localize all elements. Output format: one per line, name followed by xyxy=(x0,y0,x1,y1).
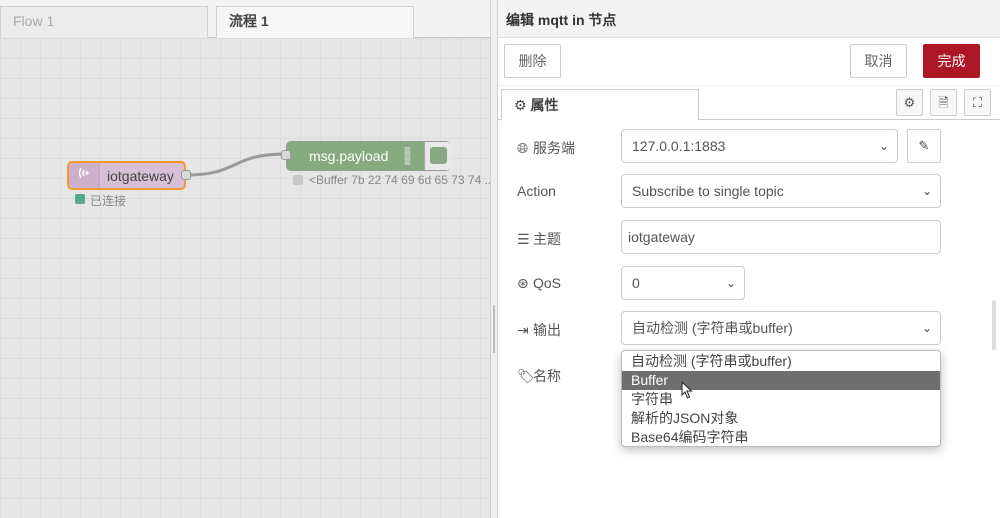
tab-flow-1[interactable]: Flow 1 xyxy=(0,6,208,38)
edit-tray: 编辑 mqtt in 节点 删除 取消 完成 ⚙ 属性 ⚙ 🗎 ⛶ 🌐︎ 服务端 … xyxy=(498,0,1000,518)
tab-label: 属性 xyxy=(530,97,559,113)
tasks-icon: ☰ xyxy=(517,231,530,247)
tray-header: 编辑 mqtt in 节点 xyxy=(498,0,1000,38)
chevron-down-icon: ⌄ xyxy=(921,184,932,198)
edit-server-button[interactable]: ✎ xyxy=(907,129,941,163)
mqtt-in-node[interactable]: iotgateway xyxy=(67,161,191,190)
settings-tab-button[interactable]: ⚙ xyxy=(896,89,923,116)
server-row-label: 🌐︎ 服务端 xyxy=(517,138,575,158)
field-label: 服务端 xyxy=(533,140,575,156)
tab-flow-cn-1[interactable]: 流程 1 xyxy=(216,6,414,39)
node-status: 已连接 xyxy=(90,194,127,208)
document-icon: 🗎 xyxy=(938,95,949,110)
output-row-label: ⇥ 输出 xyxy=(517,320,561,340)
topic-row-label: ☰ 主题 xyxy=(517,229,561,249)
tab-label: 流程 1 xyxy=(229,13,269,29)
dropdown-option[interactable]: 字符串 xyxy=(622,390,940,409)
list-icon: ≡ ≡ ≡ xyxy=(404,143,412,169)
qos-row-label: ⊛ QoS xyxy=(517,275,561,292)
output-port[interactable] xyxy=(181,170,191,180)
panel-splitter[interactable] xyxy=(490,0,498,518)
tray-title: 编辑 mqtt in 节点 xyxy=(506,12,617,28)
select-value: 0 xyxy=(632,275,640,291)
tab-properties[interactable]: ⚙ 属性 xyxy=(501,89,699,121)
status-indicator xyxy=(293,175,303,185)
workspace-tab-bar: Flow 1 流程 1 xyxy=(0,0,490,39)
dropdown-option[interactable]: 解析的JSON对象 xyxy=(622,409,940,428)
select-value: 自动检测 (字符串或buffer) xyxy=(632,320,793,336)
debug-toggle-button[interactable] xyxy=(430,147,447,164)
tray-scrollbar[interactable] xyxy=(992,300,996,350)
delete-button[interactable]: 删除 xyxy=(504,44,561,78)
appearance-tab-button[interactable]: ⛶ xyxy=(964,89,991,116)
action-row-label: Action xyxy=(517,183,556,199)
dropdown-option-highlighted[interactable]: Buffer xyxy=(622,371,940,390)
action-select[interactable]: Subscribe to single topic ⌄ xyxy=(621,174,941,208)
tag-icon: 🏷︎ xyxy=(517,368,535,384)
asterisk-icon: ⊛ xyxy=(517,275,529,291)
mqtt-wave-icon xyxy=(69,163,100,188)
field-label: 输出 xyxy=(533,322,561,338)
input-value: iotgateway xyxy=(628,229,695,245)
splitter-grip[interactable] xyxy=(493,305,495,353)
gear-icon: ⚙ xyxy=(514,97,527,113)
output-select[interactable]: 自动检测 (字符串或buffer) ⌄ xyxy=(621,311,941,345)
wire[interactable] xyxy=(185,152,287,177)
description-tab-button[interactable]: 🗎 xyxy=(930,89,957,116)
chevron-down-icon: ⌄ xyxy=(725,276,736,290)
mouse-cursor-icon xyxy=(681,380,693,404)
debug-toggle[interactable] xyxy=(424,142,451,170)
dropdown-option[interactable]: Base64编码字符串 xyxy=(622,428,940,447)
output-dropdown-list[interactable]: 自动检测 (字符串或buffer) Buffer 字符串 解析的JSON对象 B… xyxy=(621,350,941,447)
tray-toolbar: 删除 取消 完成 xyxy=(498,38,1000,86)
node-status: <Buffer 7b 22 74 69 6d 65 73 74 ... xyxy=(309,173,490,187)
sign-out-icon: ⇥ xyxy=(517,322,529,338)
debug-node[interactable]: msg.payload ≡ ≡ ≡ xyxy=(281,141,451,171)
property-tabs: ⚙ 属性 ⚙ 🗎 ⛶ xyxy=(498,86,1000,121)
select-value: 127.0.0.1:1883 xyxy=(632,138,726,154)
node-red-editor: Flow 1 流程 1 iotgateway 已连接 msg.payload ≡… xyxy=(0,0,1000,518)
field-label: Action xyxy=(517,183,556,199)
gear-icon: ⚙ xyxy=(903,95,916,110)
input-port[interactable] xyxy=(281,150,291,160)
tab-label: Flow 1 xyxy=(13,13,55,29)
select-value: Subscribe to single topic xyxy=(632,183,784,199)
server-select[interactable]: 127.0.0.1:1883 ⌄ xyxy=(621,129,898,163)
pencil-icon: ✎ xyxy=(918,138,930,153)
field-label: 名称 xyxy=(533,368,561,384)
chevron-down-icon: ⌄ xyxy=(921,321,932,335)
frame-icon: ⛶ xyxy=(972,95,983,110)
status-indicator xyxy=(75,194,85,204)
flow-canvas[interactable] xyxy=(0,38,490,518)
chevron-down-icon: ⌄ xyxy=(878,139,889,153)
qos-select[interactable]: 0 ⌄ xyxy=(621,266,745,300)
cancel-button[interactable]: 取消 xyxy=(850,44,907,78)
flow-workspace: Flow 1 流程 1 iotgateway 已连接 msg.payload ≡… xyxy=(0,0,490,518)
node-label: msg.payload xyxy=(309,148,389,164)
dropdown-option[interactable]: 自动检测 (字符串或buffer) xyxy=(622,352,940,371)
node-label: iotgateway xyxy=(107,168,174,184)
done-button[interactable]: 完成 xyxy=(923,44,980,78)
globe-icon: 🌐︎ xyxy=(517,140,529,156)
wires-layer xyxy=(185,152,287,177)
field-label: 主题 xyxy=(533,231,561,247)
name-row-label: 🏷︎名称 xyxy=(517,366,561,386)
field-label: QoS xyxy=(533,275,562,291)
topic-input[interactable]: iotgateway xyxy=(621,220,941,254)
